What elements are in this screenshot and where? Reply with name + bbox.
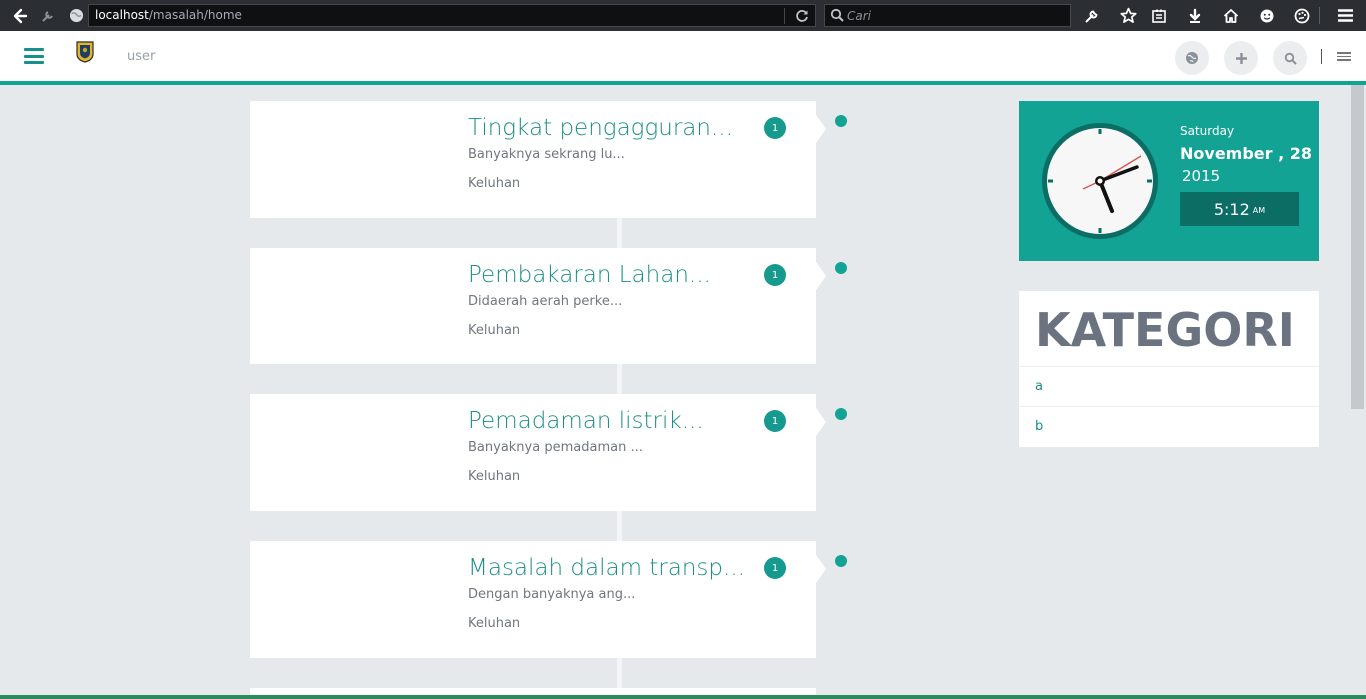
post-title[interactable]: Masalah dalam transp... <box>468 555 745 581</box>
category-panel: KATEGORI a b <box>1019 291 1319 447</box>
post-card[interactable]: Tingkat pengagguran... Banyaknya sekrang… <box>250 101 826 218</box>
browser-toolbar: localhost/masalah/home <box>0 0 1366 31</box>
timeline-dot <box>835 408 847 420</box>
post-card[interactable]: Masalah dalam transp... Dengan banyaknya… <box>250 541 826 658</box>
digital-time: 5:12 AM <box>1180 192 1299 226</box>
right-menu-icon[interactable] <box>1337 52 1351 63</box>
post-description: Banyaknya pemadaman ... <box>468 440 643 455</box>
category-item[interactable]: b <box>1019 407 1319 447</box>
url-host: localhost <box>95 8 149 22</box>
hamburger-menu-icon[interactable] <box>24 48 44 64</box>
time-ampm: AM <box>1252 206 1266 215</box>
time-value: 5:12 <box>1213 199 1250 219</box>
url-separator <box>784 8 785 24</box>
timeline-dot <box>835 262 847 274</box>
post-description: Didaerah aerah perke... <box>468 294 623 309</box>
search-icon <box>830 8 846 24</box>
category-heading: KATEGORI <box>1019 291 1319 367</box>
reload-icon[interactable] <box>789 5 815 26</box>
download-icon[interactable] <box>1183 4 1207 27</box>
toolbar-divider <box>1319 7 1320 24</box>
category-item[interactable]: a <box>1019 367 1319 407</box>
scrollbar-thumb[interactable] <box>1351 85 1364 409</box>
browser-search-bar[interactable] <box>824 4 1071 27</box>
bottom-strip <box>0 695 1366 699</box>
user-label[interactable]: user <box>127 49 155 64</box>
search-button-icon[interactable] <box>1273 41 1307 75</box>
add-button-icon[interactable] <box>1224 41 1258 75</box>
comment-count-badge: 1 <box>764 117 786 139</box>
post-category: Keluhan <box>468 616 521 631</box>
post-description: Dengan banyaknya ang... <box>468 587 636 602</box>
home-icon[interactable] <box>1219 4 1243 27</box>
header-divider <box>1321 49 1322 64</box>
post-title[interactable]: Pemadaman listrik... <box>468 408 704 434</box>
post-description: Banyaknya sekrang lu... <box>468 147 625 162</box>
browser-menu-icon[interactable] <box>1333 4 1357 27</box>
site-tools-icon[interactable] <box>38 4 58 27</box>
timeline-dot <box>835 115 847 127</box>
site-globe-icon[interactable] <box>66 4 86 27</box>
clock-year: 2015 <box>1182 167 1221 185</box>
post-category: Keluhan <box>468 469 521 484</box>
post-category: Keluhan <box>468 323 521 338</box>
back-arrow-icon[interactable] <box>8 4 32 27</box>
browser-search-input[interactable] <box>847 7 1057 24</box>
reading-list-icon[interactable] <box>1147 4 1171 27</box>
post-category: Keluhan <box>468 176 521 191</box>
post-card[interactable]: Pemadaman listrik... Banyaknya pemadaman… <box>250 394 826 511</box>
palette-icon[interactable] <box>1290 4 1314 27</box>
comment-count-badge: 1 <box>764 264 786 286</box>
logo-emblem-icon[interactable] <box>76 41 94 63</box>
post-card[interactable]: Pembakaran Lahan... Didaerah aerah perke… <box>250 248 826 364</box>
clock-date: November , 28 <box>1180 144 1313 163</box>
comment-count-badge: 1 <box>764 410 786 432</box>
post-title[interactable]: Pembakaran Lahan... <box>468 262 711 288</box>
address-bar[interactable]: localhost/masalah/home <box>88 4 816 27</box>
globe-button-icon[interactable] <box>1175 41 1209 75</box>
app-header: user <box>0 31 1366 82</box>
comment-count-badge: 1 <box>764 557 786 579</box>
url-path: /masalah/home <box>148 8 242 22</box>
timeline-dot <box>835 555 847 567</box>
clock-widget: Saturday November , 28 2015 5:12 AM <box>1019 101 1319 261</box>
wrench-icon[interactable] <box>1080 4 1104 27</box>
bookmark-star-icon[interactable] <box>1116 4 1140 27</box>
chat-smile-icon[interactable] <box>1255 4 1279 27</box>
clock-day: Saturday <box>1180 124 1235 138</box>
page-scrollbar[interactable] <box>1349 85 1366 699</box>
header-accent-line <box>0 81 1366 85</box>
post-title[interactable]: Tingkat pengagguran... <box>468 115 733 141</box>
analog-clock <box>1039 120 1161 242</box>
